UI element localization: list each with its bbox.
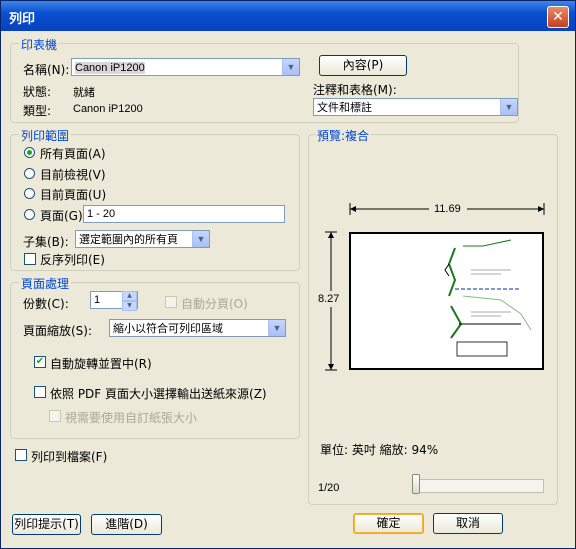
comments-select[interactable]: 文件和標註 ▼ bbox=[313, 98, 518, 116]
printer-status-value: 就緒 bbox=[73, 87, 95, 99]
spin-down-icon[interactable]: ▼ bbox=[122, 301, 137, 311]
units-zoom-text: 單位: 英吋 縮放: 94% bbox=[320, 443, 439, 457]
pages-range-input[interactable]: 1 - 20 bbox=[83, 205, 285, 223]
all-pages-label[interactable]: 所有頁面(A) bbox=[40, 145, 106, 162]
preview-height-label: 8.27 bbox=[318, 293, 340, 305]
chevron-down-icon[interactable]: ▼ bbox=[282, 59, 299, 75]
window-title: 列印 bbox=[9, 12, 36, 27]
reverse-order-label[interactable]: 反序列印(E) bbox=[40, 251, 105, 268]
advanced-button[interactable]: 進階(D) bbox=[91, 514, 162, 535]
preview-page-drawing bbox=[444, 239, 532, 357]
auto-rotate-label[interactable]: 自動旋轉並置中(R) bbox=[50, 355, 152, 372]
printer-name-select[interactable]: Canon iP1200 ▼ bbox=[71, 58, 300, 76]
preview-group-title: 預覽:複合 bbox=[315, 127, 372, 144]
print-dialog: 列印 ✕ 印表機 名稱(N): Canon iP1200 ▼ 狀態: 就緒 類型… bbox=[0, 0, 576, 549]
copies-spinner[interactable]: ▲ ▼ bbox=[122, 291, 137, 311]
current-page-radio[interactable] bbox=[24, 188, 35, 199]
current-view-label[interactable]: 目前檢視(V) bbox=[40, 166, 106, 183]
subset-value: 選定範圍內的所有頁 bbox=[79, 234, 178, 246]
preview-page bbox=[349, 232, 544, 370]
chevron-down-icon[interactable]: ▼ bbox=[500, 99, 517, 115]
cancel-button[interactable]: 取消 bbox=[433, 513, 503, 534]
chevron-down-icon[interactable]: ▼ bbox=[192, 231, 209, 247]
printer-type-value: Canon iP1200 bbox=[73, 103, 143, 115]
all-pages-radio[interactable] bbox=[24, 147, 35, 158]
collate-checkbox[interactable] bbox=[165, 296, 177, 308]
printer-status-label: 狀態: bbox=[23, 85, 52, 99]
subset-label: 子集(B): bbox=[23, 235, 69, 249]
collate-label: 自動分頁(O) bbox=[181, 297, 248, 311]
auto-rotate-checkbox[interactable]: ✔ bbox=[34, 356, 46, 368]
preview-width-label: 11.69 bbox=[434, 203, 461, 215]
printer-name-value: Canon iP1200 bbox=[75, 62, 145, 74]
reverse-order-checkbox[interactable] bbox=[24, 253, 36, 265]
ok-button[interactable]: 確定 bbox=[353, 513, 424, 534]
current-page-label[interactable]: 目前頁面(U) bbox=[40, 186, 106, 203]
page-slider-thumb[interactable] bbox=[412, 474, 420, 494]
copies-label: 份數(C): bbox=[23, 297, 69, 311]
print-to-file-checkbox[interactable] bbox=[15, 449, 27, 461]
print-range-group-title: 列印範圍 bbox=[19, 127, 72, 144]
printer-group-title: 印表機 bbox=[19, 36, 60, 53]
chevron-down-icon[interactable]: ▼ bbox=[268, 320, 285, 336]
close-button[interactable]: ✕ bbox=[547, 6, 569, 28]
custom-paper-label: 視需要使用自訂紙張大小 bbox=[65, 411, 198, 425]
pages-label[interactable]: 頁面(G) bbox=[40, 207, 83, 224]
spin-up-icon[interactable]: ▲ bbox=[122, 291, 137, 301]
scaling-label: 頁面縮放(S): bbox=[23, 324, 93, 338]
title-bar[interactable]: 列印 ✕ bbox=[1, 1, 575, 31]
pdf-page-size-label[interactable]: 依照 PDF 頁面大小選擇輸出送紙來源(Z) bbox=[50, 385, 267, 402]
comments-value: 文件和標註 bbox=[317, 102, 372, 114]
comments-label: 注釋和表格(M): bbox=[313, 83, 397, 97]
current-view-radio[interactable] bbox=[24, 168, 35, 179]
properties-button[interactable]: 內容(P) bbox=[319, 55, 407, 76]
subset-select[interactable]: 選定範圍內的所有頁 ▼ bbox=[75, 230, 210, 248]
page-indicator: 1/20 bbox=[318, 482, 340, 494]
print-tips-button[interactable]: 列印提示(T) bbox=[12, 514, 81, 535]
page-slider-track[interactable] bbox=[413, 479, 544, 493]
scaling-select[interactable]: 縮小以符合可列印區域 ▼ bbox=[109, 319, 286, 337]
print-to-file-label[interactable]: 列印到檔案(F) bbox=[31, 448, 107, 465]
pdf-page-size-checkbox[interactable] bbox=[34, 386, 46, 398]
custom-paper-checkbox[interactable] bbox=[49, 410, 61, 422]
printer-name-label: 名稱(N): bbox=[23, 63, 70, 77]
scaling-value: 縮小以符合可列印區域 bbox=[113, 323, 223, 335]
printer-type-label: 類型: bbox=[23, 104, 52, 118]
pages-radio[interactable] bbox=[24, 209, 35, 220]
page-handling-group-title: 頁面處理 bbox=[19, 275, 72, 292]
